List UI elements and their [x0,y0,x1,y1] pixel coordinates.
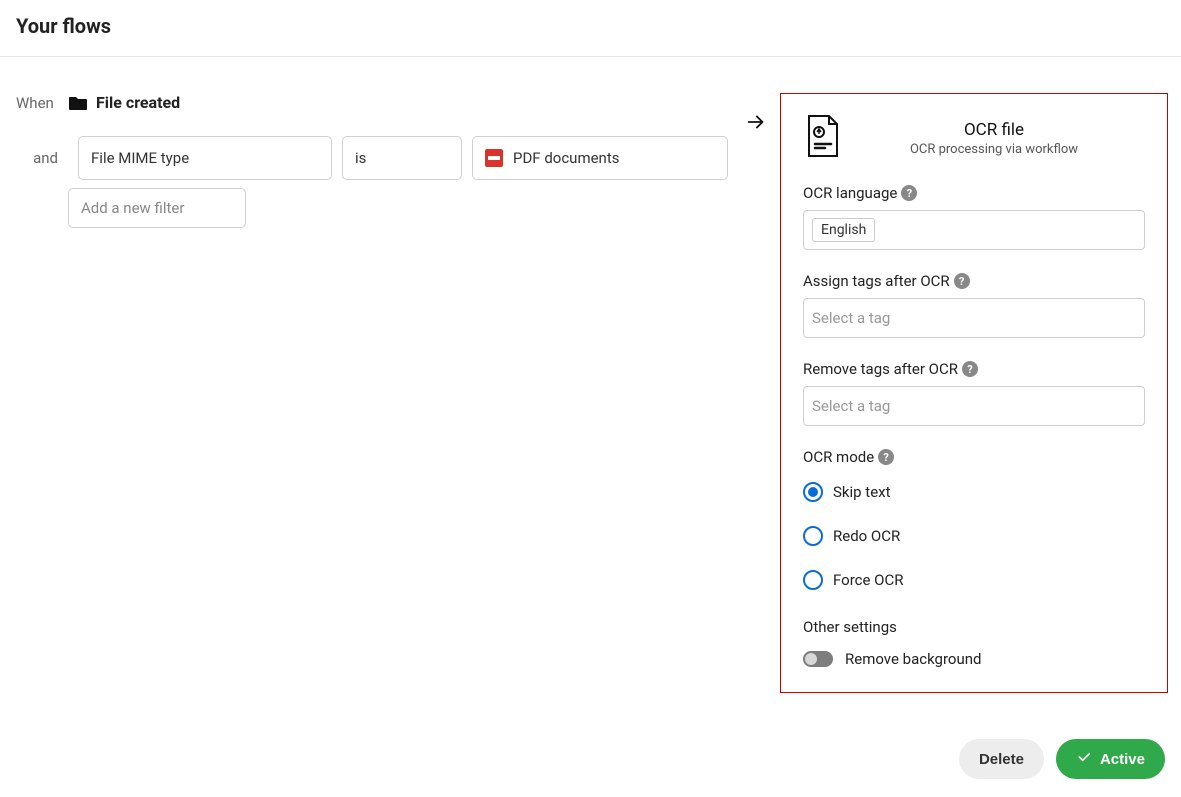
when-label: When [16,94,68,112]
check-icon [1076,749,1092,769]
delete-button[interactable]: Delete [959,739,1044,779]
active-button[interactable]: Active [1056,739,1165,779]
radio-icon [803,482,823,502]
remove-tags-label: Remove tags after OCR ? [803,360,1145,378]
pdf-icon [485,149,503,167]
remove-tags-select[interactable]: Select a tag [803,386,1145,426]
add-filter-input[interactable]: Add a new filter [68,188,246,228]
arrow-right-icon [745,111,767,137]
remove-background-toggle[interactable]: Remove background [803,650,1145,668]
ocr-mode-force-label: Force OCR [833,571,904,589]
ocr-language-select[interactable]: English [803,210,1145,250]
filter-value-select[interactable]: PDF documents [472,136,728,180]
trigger-event[interactable]: File created [96,93,180,112]
ocr-language-label: OCR language ? [803,184,1145,202]
folder-icon [68,95,88,111]
ocr-mode-label: OCR mode ? [803,448,1145,466]
ocr-mode-skip-label: Skip text [833,483,891,501]
page-title: Your flows [0,0,1181,56]
trigger-row: When File created [16,93,736,112]
filter-row: and File MIME type is PDF documents [16,136,736,180]
filter-value-text: PDF documents [513,149,620,167]
action-title: OCR file [843,120,1145,140]
filter-operator-select[interactable]: is [342,136,462,180]
radio-icon [803,570,823,590]
other-settings-label: Other settings [803,618,1145,636]
help-icon[interactable]: ? [954,273,970,289]
footer-actions: Delete Active [0,713,1181,797]
ocr-mode-redo-label: Redo OCR [833,527,900,545]
assign-tags-label: Assign tags after OCR ? [803,272,1145,290]
flow-builder: When File created and File MIME type is … [0,57,1181,713]
trigger-column: When File created and File MIME type is … [16,93,736,228]
ocr-mode-skip[interactable]: Skip text [803,482,1145,502]
flow-arrow [736,93,776,137]
filter-field-value: File MIME type [91,149,189,167]
help-icon[interactable]: ? [962,361,978,377]
and-label: and [16,149,68,167]
action-subtitle: OCR processing via workflow [843,142,1145,157]
add-filter-placeholder: Add a new filter [81,199,184,217]
help-icon[interactable]: ? [901,185,917,201]
assign-tags-placeholder: Select a tag [812,309,890,327]
action-panel: OCR file OCR processing via workflow OCR… [780,93,1168,693]
toggle-icon [803,651,833,667]
filter-operator-value: is [355,149,366,167]
ocr-document-icon [803,114,843,162]
ocr-mode-force[interactable]: Force OCR [803,570,1145,590]
ocr-mode-redo[interactable]: Redo OCR [803,526,1145,546]
help-icon[interactable]: ? [878,449,894,465]
radio-icon [803,526,823,546]
remove-tags-placeholder: Select a tag [812,397,890,415]
assign-tags-select[interactable]: Select a tag [803,298,1145,338]
remove-background-label: Remove background [845,650,981,668]
filter-field-select[interactable]: File MIME type [78,136,332,180]
ocr-language-value: English [812,218,875,242]
